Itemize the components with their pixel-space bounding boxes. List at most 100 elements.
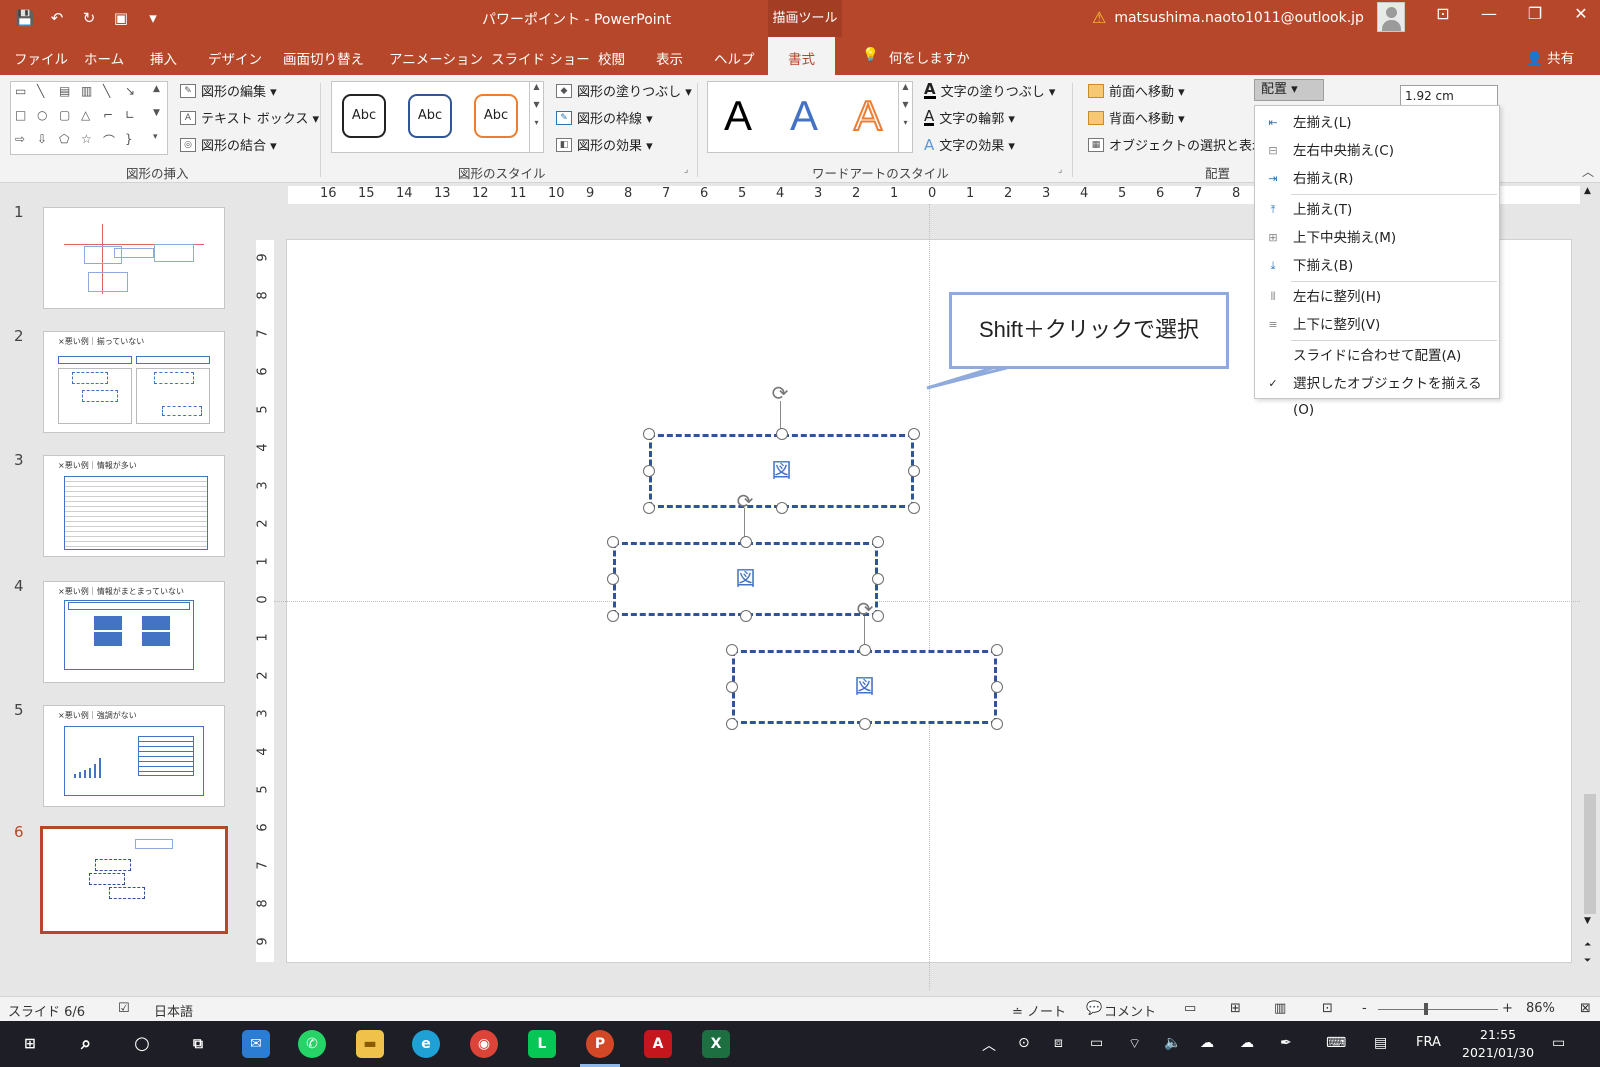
save-icon[interactable]: 💾 bbox=[14, 6, 36, 30]
resize-handle[interactable] bbox=[726, 718, 738, 730]
resize-handle[interactable] bbox=[872, 573, 884, 585]
slide-thumbnail-2[interactable]: ×悪い例｜揃っていない bbox=[43, 331, 225, 433]
tab-insert[interactable]: 挿入 bbox=[150, 48, 177, 68]
resize-handle[interactable] bbox=[908, 465, 920, 477]
task-view-icon[interactable]: ⧉ bbox=[184, 1030, 212, 1058]
rounded-rect-shape-icon[interactable]: ▢ bbox=[59, 108, 70, 122]
down-arrow-shape-icon[interactable]: ⇩ bbox=[37, 132, 47, 146]
undo-icon[interactable]: ↶ bbox=[46, 6, 68, 30]
tab-view[interactable]: 表示 bbox=[656, 48, 683, 68]
comments-button[interactable]: コメント bbox=[1104, 1001, 1156, 1020]
fit-to-window-icon[interactable]: ⊠ bbox=[1580, 1001, 1591, 1016]
shapes-gallery[interactable]: ▭ ╲ ▤ ▥ ╲ ↘ □ ○ ▢ △ ⌐ ∟ ⇨ ⇩ ⬠ ☆ ⌒ } ▲ ▼ … bbox=[10, 81, 168, 155]
chrome-icon[interactable]: ◉ bbox=[470, 1030, 498, 1058]
wordart-black[interactable]: A bbox=[724, 92, 752, 140]
resize-handle[interactable] bbox=[739, 610, 752, 622]
redo-icon[interactable]: ↻ bbox=[78, 6, 100, 30]
wifi-icon[interactable]: ⌔ bbox=[1128, 1035, 1141, 1053]
resize-handle[interactable] bbox=[726, 681, 738, 693]
share-button[interactable]: 👤 共有 bbox=[1526, 47, 1574, 67]
show-hidden-icons[interactable]: ︿ bbox=[982, 1035, 996, 1055]
resize-handle[interactable] bbox=[872, 610, 884, 622]
shape-height-field[interactable]: 1.92 cm bbox=[1400, 85, 1498, 107]
vertical-textbox-shape-icon[interactable]: ▥ bbox=[81, 84, 92, 98]
menu-item-distribute-horizontally[interactable]: ⫴ 左右に整列(H) bbox=[1255, 284, 1499, 310]
whatsapp-icon[interactable]: ✆ bbox=[298, 1030, 326, 1058]
star-shape-icon[interactable]: ☆ bbox=[81, 132, 92, 146]
rotate-handle-icon[interactable]: ⟳ bbox=[734, 490, 756, 512]
search-icon[interactable]: ⌕ bbox=[72, 1030, 100, 1058]
scroll-thumb[interactable] bbox=[1584, 794, 1596, 914]
dialog-launcher-icon[interactable]: ⌟ bbox=[684, 165, 688, 175]
brace-shape-icon[interactable]: } bbox=[125, 132, 133, 146]
reading-view-icon[interactable]: ▥ bbox=[1274, 1001, 1286, 1016]
language-tray[interactable]: FRA bbox=[1416, 1035, 1441, 1050]
resize-handle[interactable] bbox=[739, 536, 752, 548]
send-backward-button[interactable]: 背面へ移動 ▾ bbox=[1088, 108, 1185, 127]
tab-review[interactable]: 校閲 bbox=[598, 48, 625, 68]
zoom-slider-knob[interactable] bbox=[1424, 1003, 1428, 1015]
menu-item-align-right[interactable]: ⇥ 右揃え(R) bbox=[1255, 166, 1499, 192]
resize-handle[interactable] bbox=[991, 718, 1003, 730]
scroll-down-icon[interactable]: ▼ bbox=[1584, 916, 1591, 926]
acrobat-icon[interactable]: A bbox=[644, 1030, 672, 1058]
freeform-shape-icon[interactable]: ⬠ bbox=[59, 132, 69, 146]
slideshow-icon[interactable]: ⊡ bbox=[1322, 1001, 1333, 1016]
volume-icon[interactable]: 🔈 bbox=[1164, 1035, 1181, 1051]
wordart-orange-outline[interactable]: A bbox=[853, 91, 883, 140]
text-fill-button[interactable]: A 文字の塗りつぶし ▾ bbox=[924, 81, 1055, 100]
powerpoint-icon[interactable]: P bbox=[586, 1030, 614, 1058]
resize-handle[interactable] bbox=[643, 465, 655, 477]
resize-handle[interactable] bbox=[908, 428, 920, 440]
zoom-out-button[interactable]: - bbox=[1362, 1001, 1367, 1016]
windows-start-icon[interactable]: ⊞ bbox=[16, 1030, 44, 1058]
zoom-level[interactable]: 86% bbox=[1526, 1001, 1555, 1016]
tab-home[interactable]: ホーム bbox=[84, 48, 124, 68]
shape-box-3[interactable]: 図 bbox=[732, 650, 997, 724]
input-indicator-icon[interactable]: ▤ bbox=[1374, 1035, 1387, 1051]
slide-thumbnail-3[interactable]: ×悪い例｜情報が多い bbox=[43, 455, 225, 557]
menu-item-align-center[interactable]: ⊟ 左右中央揃え(C) bbox=[1255, 138, 1499, 164]
vertical-scrollbar[interactable]: ▲ ▼ ⏶ ⏷ bbox=[1580, 184, 1600, 994]
menu-item-align-middle[interactable]: ⊞ 上下中央揃え(M) bbox=[1255, 225, 1499, 251]
edit-shape-button[interactable]: ✎ 図形の編集 ▾ bbox=[180, 81, 277, 100]
gallery-down-icon[interactable]: ▼ bbox=[153, 108, 160, 118]
slide-thumbnail-4[interactable]: ×悪い例｜情報がまとまっていない bbox=[43, 581, 225, 683]
tab-design[interactable]: デザイン bbox=[208, 48, 262, 68]
menu-item-align-bottom[interactable]: ⤓ 下揃え(B) bbox=[1255, 253, 1499, 279]
touch-keyboard-icon[interactable]: ⌨ bbox=[1326, 1035, 1346, 1051]
close-button[interactable]: ✕ bbox=[1566, 4, 1596, 23]
notes-button[interactable]: ≐ ノート bbox=[1012, 1001, 1066, 1020]
wordart-gallery[interactable]: A A A ▲ ▼ ▾ bbox=[707, 81, 913, 153]
tab-file[interactable]: ファイル bbox=[14, 48, 68, 68]
pen-workspace-icon[interactable]: ✒ bbox=[1280, 1035, 1292, 1051]
textbox-shape-icon[interactable]: ▤ bbox=[59, 84, 70, 98]
oval-shape-icon[interactable]: ○ bbox=[37, 108, 47, 122]
slide-thumbnail-1[interactable] bbox=[43, 207, 225, 309]
curve-shape-icon[interactable]: ⌒ bbox=[103, 132, 115, 149]
edge-icon[interactable]: e bbox=[412, 1030, 440, 1058]
menu-item-align-left[interactable]: ⇤ 左揃え(L) bbox=[1255, 110, 1499, 136]
tab-animations[interactable]: アニメーション bbox=[389, 48, 483, 68]
text-effects-button[interactable]: A 文字の効果 ▾ bbox=[924, 135, 1015, 154]
menu-item-distribute-vertically[interactable]: ≡ 上下に整列(V) bbox=[1255, 312, 1499, 338]
screen-capture-icon[interactable]: ⧈ bbox=[1054, 1035, 1063, 1051]
meet-now-icon[interactable]: ⊙ bbox=[1018, 1035, 1030, 1051]
mail-icon[interactable]: ✉ bbox=[242, 1030, 270, 1058]
resize-handle[interactable] bbox=[872, 536, 884, 548]
present-icon[interactable]: ▣ bbox=[110, 6, 132, 30]
zoom-in-button[interactable]: + bbox=[1502, 1001, 1513, 1016]
cortana-icon[interactable]: ○ bbox=[128, 1030, 156, 1058]
rotate-handle-icon[interactable]: ⟳ bbox=[769, 382, 791, 404]
resize-handle[interactable] bbox=[991, 681, 1003, 693]
resize-handle[interactable] bbox=[991, 644, 1003, 656]
shape-box-1[interactable]: 図 bbox=[649, 434, 914, 508]
shape-box-2[interactable]: 図 bbox=[613, 542, 878, 616]
shape-style-gallery[interactable]: Abc Abc Abc ▲ ▼ ▾ bbox=[331, 81, 544, 153]
wordart-scroll[interactable]: ▲ ▼ ▾ bbox=[898, 82, 912, 152]
onedrive-sync-icon[interactable]: ☁ bbox=[1240, 1035, 1254, 1051]
resize-handle[interactable] bbox=[858, 718, 871, 730]
wordart-blue[interactable]: A bbox=[790, 92, 818, 140]
tab-format[interactable]: 書式 bbox=[768, 37, 835, 75]
next-slide-icon[interactable]: ⏷ bbox=[1584, 956, 1591, 966]
